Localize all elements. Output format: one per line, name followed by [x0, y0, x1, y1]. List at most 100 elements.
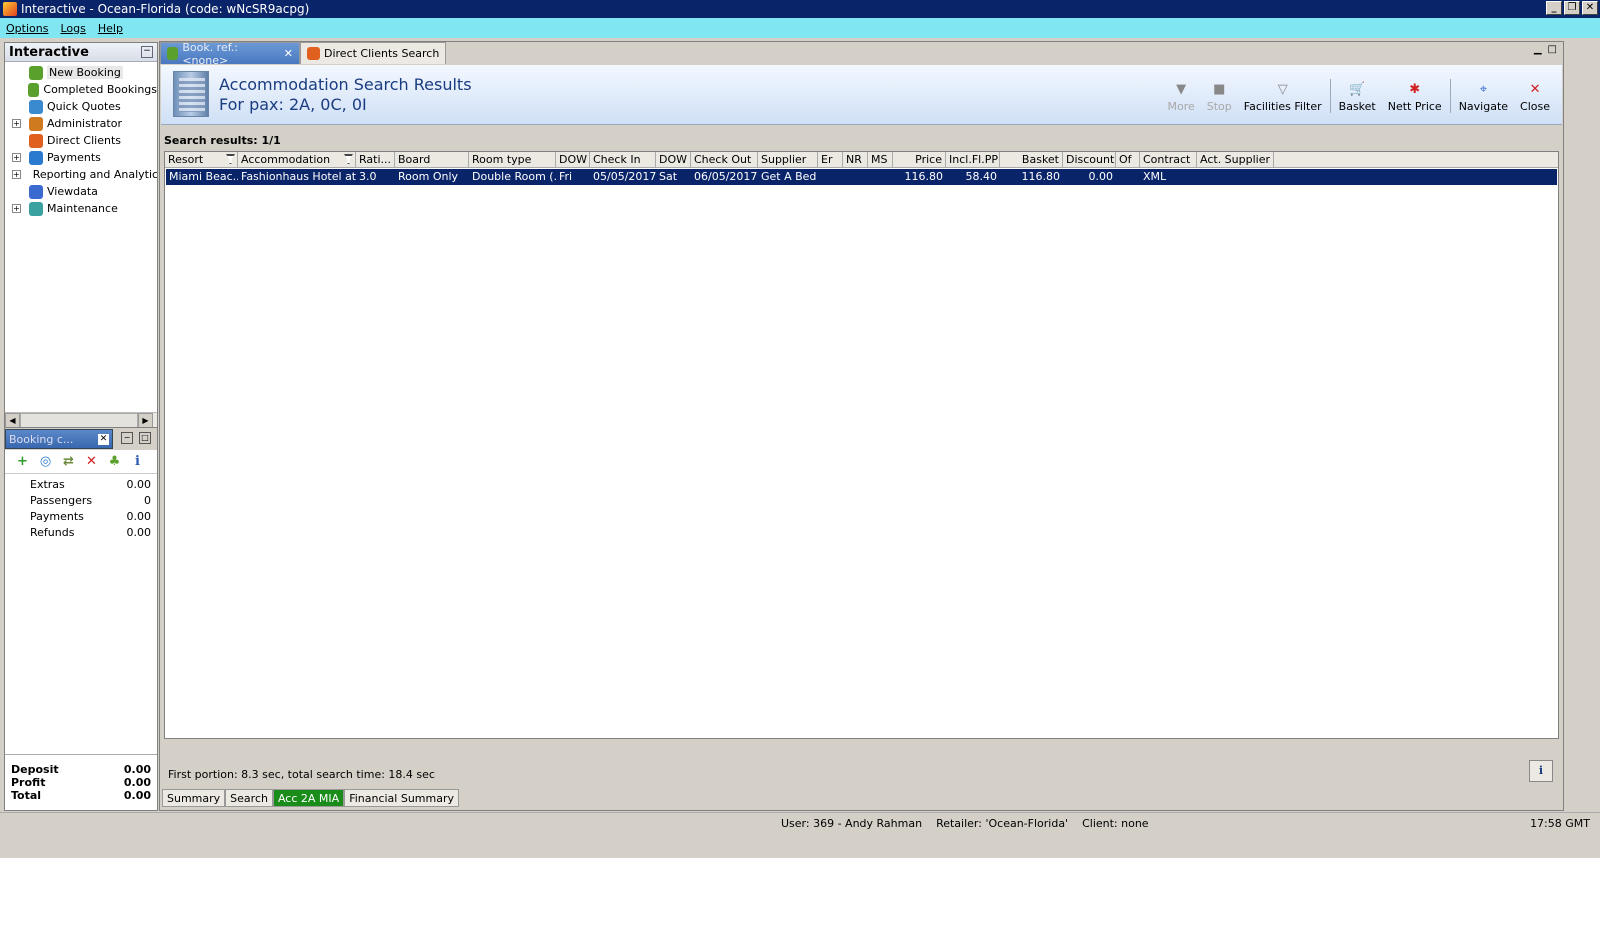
palm-tree-icon[interactable]: ♣ [107, 454, 122, 469]
direct-clients-icon [29, 133, 43, 148]
transfer-icon[interactable]: ⇄ [61, 454, 76, 469]
menu-options[interactable]: Options [6, 22, 48, 35]
close-tab-icon[interactable]: ✕ [284, 47, 293, 60]
table-cell: 06/05/2017 [694, 170, 758, 183]
total-value: 0.00 [123, 776, 151, 789]
tab-direct-clients-search[interactable]: Direct Clients Search [300, 42, 447, 64]
horizontal-scrollbar[interactable]: ◀ ▶ [5, 412, 157, 428]
status-retailer: Retailer: 'Ocean-Florida' [936, 817, 1069, 830]
info-icon[interactable]: i [130, 454, 145, 469]
results-header: Accommodation Search Results For pax: 2A… [161, 65, 1562, 125]
column-header[interactable]: Check Out [691, 152, 758, 168]
total-value: 0.00 [123, 789, 151, 802]
stop-button[interactable]: ■ Stop [1201, 82, 1238, 113]
expand-icon[interactable]: + [12, 119, 21, 128]
grid-header: Resort Accommodation Rati... Board Room type… [165, 152, 1558, 168]
filter-icon[interactable] [344, 154, 353, 164]
nav-item-maintenance[interactable]: + Maintenance [5, 200, 157, 217]
expand-icon[interactable]: + [12, 204, 21, 213]
column-header[interactable]: Act. Supplier [1197, 152, 1274, 168]
nav-item-direct-clients[interactable]: Direct Clients [5, 132, 157, 149]
restore-button[interactable]: ❐ [1564, 1, 1580, 15]
table-cell: 3.0 [359, 170, 377, 183]
navigate-icon: ⌖ [1479, 82, 1488, 97]
facilities-filter-button[interactable]: ▽ Facilities Filter [1238, 82, 1328, 113]
nett-price-button[interactable]: ✱ Nett Price [1382, 82, 1448, 113]
delete-icon[interactable]: ✕ [84, 454, 99, 469]
menu-logs[interactable]: Logs [60, 22, 85, 35]
close-icon[interactable]: ✕ [98, 433, 109, 445]
column-header[interactable]: Contract [1140, 152, 1197, 168]
minimize-frame-icon[interactable]: ▁ [1534, 44, 1542, 55]
nav-item-completed-bookings[interactable]: Completed Bookings [5, 81, 157, 98]
tab-summary[interactable]: Summary [162, 789, 226, 807]
nav-item-label: Reporting and Analytics [32, 168, 157, 181]
basket-icon: 🛒 [1349, 82, 1366, 97]
column-header[interactable]: DOW [556, 152, 590, 168]
column-header[interactable]: Basket [1000, 152, 1063, 168]
administrator-icon [29, 116, 43, 131]
table-row[interactable]: Miami Beac... Fashionhaus Hotel at... 3.0 R… [166, 169, 1557, 185]
nav-item-administrator[interactable]: + Administrator [5, 115, 157, 132]
nav-item-viewdata[interactable]: Viewdata [5, 183, 157, 200]
scroll-right-icon[interactable]: ▶ [138, 413, 153, 428]
scroll-thumb[interactable] [20, 413, 138, 428]
column-header[interactable]: Accommodation [238, 152, 356, 168]
booking-row: Passengers 0 [5, 492, 157, 508]
column-header-label: Of [1119, 153, 1132, 166]
column-header[interactable]: Discount [1063, 152, 1116, 168]
menu-help[interactable]: Help [98, 22, 123, 35]
total-label: Deposit [11, 763, 59, 776]
column-header[interactable]: Supplier [758, 152, 818, 168]
nav-title: Interactive [9, 44, 89, 60]
minimize-panel-icon[interactable]: − [121, 432, 133, 444]
column-header[interactable]: Of [1116, 152, 1140, 168]
column-header[interactable]: Price [893, 152, 946, 168]
column-header[interactable]: Rati... [356, 152, 395, 168]
add-icon[interactable]: + [15, 454, 30, 469]
column-header[interactable]: Check In [590, 152, 656, 168]
scroll-left-icon[interactable]: ◀ [5, 413, 20, 428]
expand-icon[interactable]: + [12, 153, 21, 162]
column-header[interactable]: DOW [656, 152, 691, 168]
nav-item-label: Completed Bookings [43, 83, 157, 96]
nav-item-payments[interactable]: + Payments [5, 149, 157, 166]
booking-row-label: Passengers [30, 493, 93, 507]
maximize-frame-icon[interactable]: □ [1548, 44, 1557, 55]
minimize-button[interactable]: _ [1546, 1, 1562, 15]
column-header[interactable]: NR [843, 152, 868, 168]
column-header[interactable]: Room type [469, 152, 556, 168]
info-button[interactable]: i [1529, 760, 1553, 782]
refresh-icon[interactable]: ◎ [38, 454, 53, 469]
direct-clients-icon [307, 47, 320, 60]
column-header[interactable]: Resort [165, 152, 238, 168]
navigate-button[interactable]: ⌖ Navigate [1453, 82, 1514, 113]
basket-button[interactable]: 🛒 Basket [1333, 82, 1382, 113]
nav-item-new-booking[interactable]: New Booking [5, 64, 157, 81]
table-cell: Sat [659, 170, 678, 183]
column-header[interactable]: Incl.Fl.PP [946, 152, 1000, 168]
close-button[interactable]: ✕ Close [1514, 82, 1556, 113]
booking-tab[interactable]: Booking c... ✕ [5, 429, 113, 449]
tab-acc-2a-mia[interactable]: Acc 2A MIA [272, 789, 345, 807]
maintenance-icon [29, 201, 43, 216]
nav-item-quick-quotes[interactable]: Quick Quotes [5, 98, 157, 115]
column-header[interactable]: Board [395, 152, 469, 168]
column-header[interactable]: MS [868, 152, 893, 168]
table-cell [1116, 169, 1140, 185]
tab-search[interactable]: Search [225, 789, 273, 807]
tab-booking[interactable]: Book. ref.: <none> ✕ [160, 41, 300, 67]
total-row: Deposit 0.00 [11, 763, 151, 776]
collapse-icon[interactable]: − [141, 46, 153, 58]
column-header-label: Check Out [694, 153, 752, 166]
expand-icon[interactable]: + [12, 170, 21, 179]
maximize-panel-icon[interactable]: □ [139, 432, 151, 444]
tab-financial-summary[interactable]: Financial Summary [344, 789, 460, 807]
more-button[interactable]: ▼ More [1161, 82, 1200, 113]
filter-icon[interactable] [226, 154, 235, 164]
close-window-button[interactable]: ✕ [1582, 1, 1598, 15]
column-header[interactable]: Er [818, 152, 843, 168]
basket-label: Basket [1338, 100, 1376, 113]
nav-item-reporting-and-analytics[interactable]: + Reporting and Analytics [5, 166, 157, 183]
booking-row-value: 0.00 [126, 477, 152, 491]
